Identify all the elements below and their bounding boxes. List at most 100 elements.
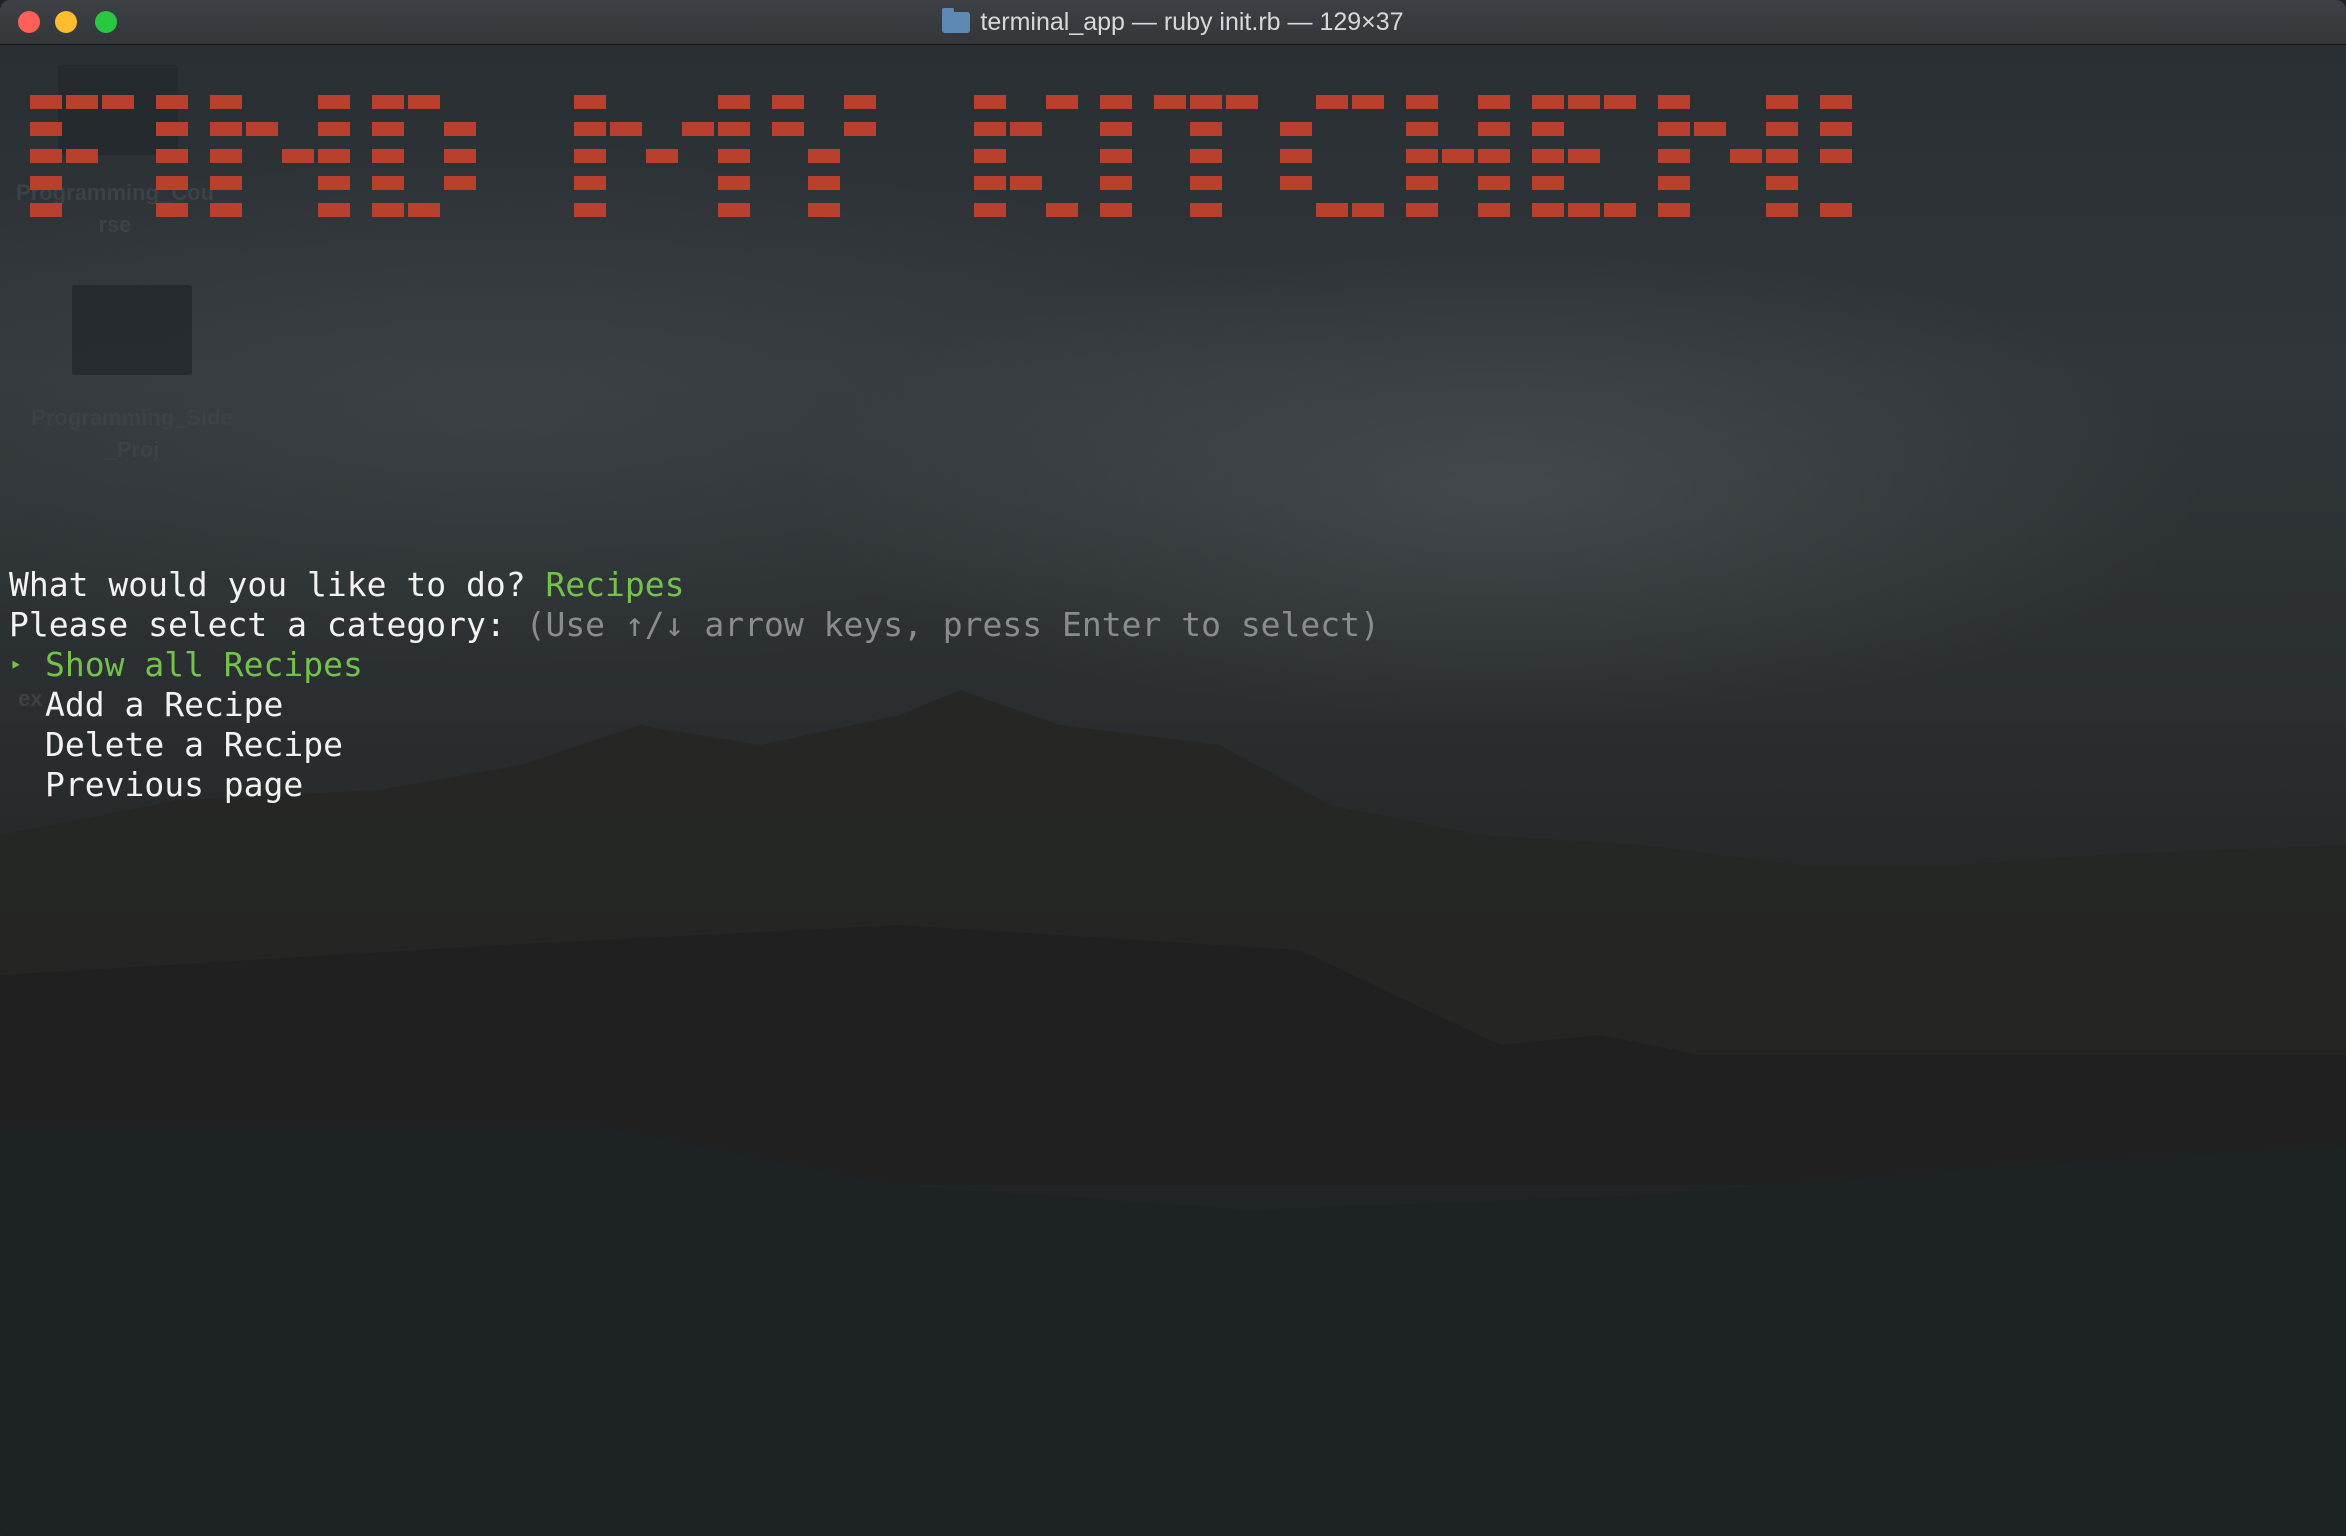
banner-block [1766,203,1798,217]
banner-block [610,122,642,136]
banner-block [30,203,62,217]
banner-block [408,203,440,217]
banner-block [1406,176,1438,190]
terminal-window: terminal_app — ruby init.rb — 129×37 Pro… [0,0,2346,1536]
banner-block [444,149,476,163]
banner-block [1100,203,1132,217]
banner-block [974,149,1006,163]
banner-block [1532,203,1564,217]
banner-block [718,203,750,217]
menu-option-label: Show all Recipes [45,645,363,684]
banner-block [808,203,840,217]
banner-block [1154,95,1186,109]
banner-block [1532,176,1564,190]
banner-block [1190,203,1222,217]
banner-block [682,122,714,136]
banner-block [408,95,440,109]
banner-block [1190,176,1222,190]
banner-block [772,122,804,136]
banner-block [1766,95,1798,109]
banner-block [974,176,1006,190]
banner-block [1046,203,1078,217]
banner-block [1604,203,1636,217]
banner-block [1280,122,1312,136]
terminal-content[interactable]: Programming_Cou rse Programming_Side _Pr… [0,45,2346,1536]
banner-block [318,122,350,136]
menu-option-delete[interactable]: Delete a Recipe [9,725,343,765]
banner-block [1280,149,1312,163]
banner-block [282,149,314,163]
banner-block [246,122,278,136]
banner-block [844,95,876,109]
banner-block [1280,176,1312,190]
banner-block [1478,203,1510,217]
banner-block [772,95,804,109]
banner-block [1658,176,1690,190]
banner-block [66,149,98,163]
banner-block [1010,122,1042,136]
banner-block [210,149,242,163]
window-title: terminal_app — ruby init.rb — 129×37 [0,0,2346,44]
banner-block [1820,95,1852,109]
menu-option-add[interactable]: Add a Recipe [9,685,283,725]
banner-blocks [30,95,1852,217]
folder-icon [942,7,971,33]
banner-block [1100,95,1132,109]
banner-block [1406,149,1438,163]
banner-block [30,176,62,190]
banner-block [156,149,188,163]
banner-block [1532,149,1564,163]
banner-block [646,149,678,163]
banner-block [1406,95,1438,109]
banner-block [1100,149,1132,163]
menu-option-previous[interactable]: Previous page [9,765,303,805]
window-title-text: terminal_app — ruby init.rb — 129×37 [980,7,1404,36]
banner-block [372,149,404,163]
select-line: Please select a category: (Use ↑/↓ arrow… [9,605,1380,645]
menu-option-show-all[interactable]: ‣ Show all Recipes [9,645,363,687]
banner-block [1046,95,1078,109]
banner-block [808,176,840,190]
banner-block [210,122,242,136]
banner-block [1730,149,1762,163]
banner-block [318,149,350,163]
banner-block [156,203,188,217]
banner-block [1766,122,1798,136]
banner-block [574,176,606,190]
desktop-label-2: Programming_Side _Proj [12,402,252,466]
banner-block [444,122,476,136]
banner-block [372,95,404,109]
banner-block [1604,95,1636,109]
title-bar[interactable]: terminal_app — ruby init.rb — 129×37 [0,0,2346,45]
banner-block [1568,203,1600,217]
banner-block [1406,122,1438,136]
banner-block [574,149,606,163]
banner-block [1820,122,1852,136]
banner-block [718,122,750,136]
banner-block [1568,149,1600,163]
banner-block [1766,149,1798,163]
banner-block [1406,203,1438,217]
desktop-label-2-line1: Programming_Side [31,405,233,430]
banner-block [156,122,188,136]
banner-block [372,122,404,136]
banner-block [844,122,876,136]
banner-block [1532,95,1564,109]
banner-block [1352,203,1384,217]
question-answer: Recipes [545,565,685,604]
banner-block [1568,95,1600,109]
banner-block [102,95,134,109]
banner-block [1658,122,1690,136]
banner-block [372,176,404,190]
banner-block [1658,95,1690,109]
banner-block [718,149,750,163]
selection-pointer-icon: ‣ [9,654,23,679]
banner-block [1100,122,1132,136]
menu-option-label: Delete a Recipe [45,725,344,764]
banner-block [156,176,188,190]
banner-block [1190,122,1222,136]
banner-block [156,95,188,109]
select-hint: (Use ↑/↓ arrow keys, press Enter to sele… [525,605,1380,644]
select-prompt: Please select a category: [9,605,506,644]
banner-block [974,122,1006,136]
